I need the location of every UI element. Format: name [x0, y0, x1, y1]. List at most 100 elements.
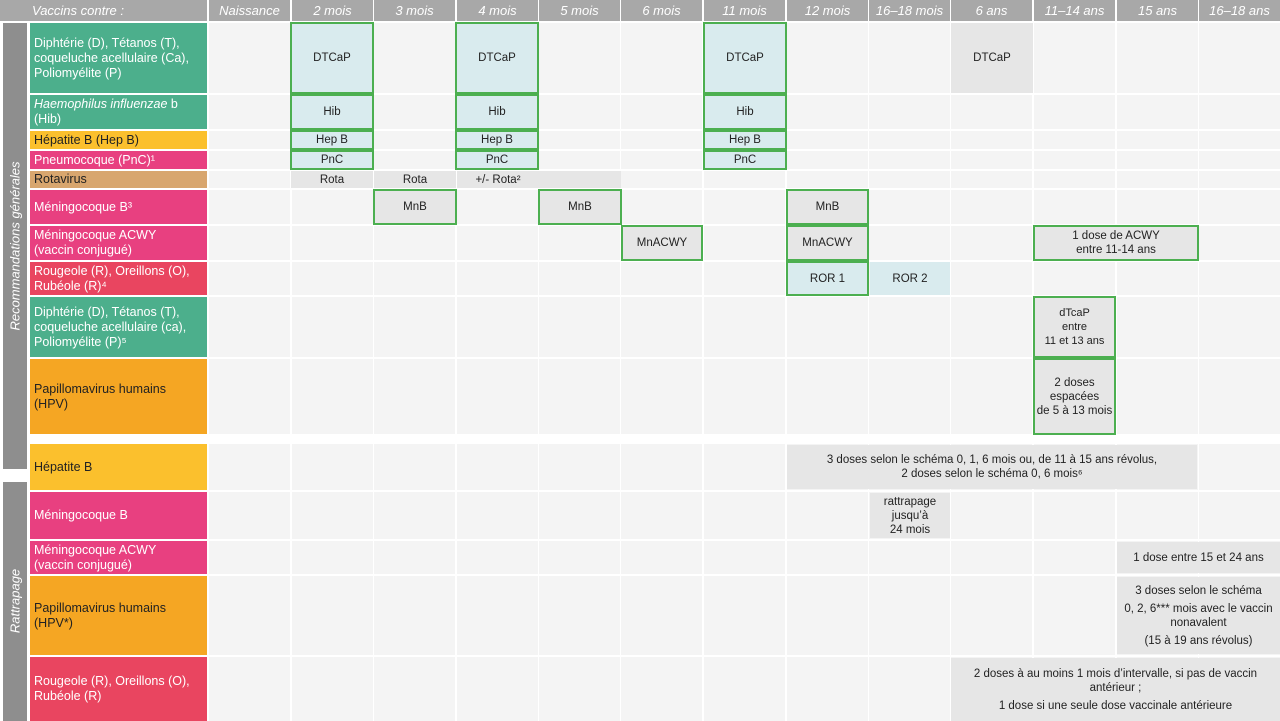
grid-cell [704, 171, 785, 188]
grid-cell [457, 226, 538, 260]
grid-cell [1199, 151, 1280, 169]
grid-cell [1117, 23, 1198, 93]
grid-cell [621, 190, 702, 224]
grid-cell [539, 151, 620, 169]
grid-cell [869, 576, 950, 655]
grid-cell [951, 576, 1032, 655]
grid-cell [951, 151, 1032, 169]
grid-cell [539, 541, 620, 574]
grid-cell [621, 151, 702, 169]
grid-cell [787, 171, 868, 188]
grid-cell [374, 95, 455, 129]
grid-cell [704, 359, 785, 434]
grid-cell [1034, 23, 1115, 93]
grid-cell [374, 657, 455, 721]
row-label-ror: Rougeole (R), Oreillons (O), Rubéole (R)⁴ [30, 262, 207, 295]
grid-cell [1117, 492, 1198, 539]
header-vaccins: Vaccins contre : [0, 0, 207, 21]
cell-mnacwy-6m: MnACWY [621, 225, 703, 261]
header-col-0: Naissance [209, 0, 290, 21]
grid-cell [457, 576, 538, 655]
grid-cell [704, 576, 785, 655]
grid-cell [1199, 95, 1280, 129]
header-col-4: 5 mois [539, 0, 620, 21]
grid-cell [869, 151, 950, 169]
row-label-hib: Haemophilus influenzae b (Hib) [30, 95, 207, 129]
cell-catchup-hpv: 3 doses selon le schéma 0, 2, 6*** mois a… [1117, 577, 1280, 654]
cell-acwy-teen: 1 dose de ACWY entre 11-14 ans [1033, 225, 1199, 261]
grid-cell [539, 492, 620, 539]
grid-cell [539, 226, 620, 260]
cell-mnb-12m: MnB [786, 189, 869, 225]
grid-cell [704, 226, 785, 260]
grid-cell [374, 359, 455, 434]
grid-cell [621, 131, 702, 149]
grid-cell [787, 297, 868, 357]
grid-cell [209, 297, 290, 357]
grid-cell [621, 444, 702, 490]
grid-cell [1117, 131, 1198, 149]
grid-cell [951, 541, 1032, 574]
row-label-hpv: Papillomavirus humains (HPV) [30, 359, 207, 434]
grid-cell [621, 576, 702, 655]
grid-cell [374, 492, 455, 539]
cell-pnc-11m: PnC [703, 150, 787, 170]
header-col-12: 16–18 ans [1199, 0, 1280, 21]
cell-dtcap-11m: DTCaP [703, 22, 787, 94]
grid-cell [869, 23, 950, 93]
grid-cell [1117, 171, 1198, 188]
cell-mnacwy-12m: MnACWY [786, 225, 869, 261]
grid-cell [787, 151, 868, 169]
grid-cell [869, 297, 950, 357]
grid-cell [1117, 297, 1198, 357]
row-label-hepb: Hépatite B (Hep B) [30, 131, 207, 149]
cell-catchup-hepb: 3 doses selon le schéma 0, 1, 6 mois ou,… [787, 445, 1197, 489]
grid-cell [209, 359, 290, 434]
grid-cell [1034, 190, 1115, 224]
row-label-mnb: Méningocoque B³ [30, 190, 207, 224]
grid-cell [1034, 95, 1115, 129]
cell-catchup-acwy: 1 dose entre 15 et 24 ans [1117, 542, 1280, 573]
row-label-catchup-mnb: Méningocoque B [30, 492, 207, 539]
grid-cell [1199, 492, 1280, 539]
grid-cell [1034, 492, 1115, 539]
grid-cell [787, 359, 868, 434]
header-col-11: 15 ans [1117, 0, 1198, 21]
grid-cell [787, 576, 868, 655]
row-label-catchup-ror: Rougeole (R), Oreillons (O), Rubéole (R) [30, 657, 207, 721]
grid-cell [292, 226, 373, 260]
grid-cell [292, 444, 373, 490]
grid-cell [704, 541, 785, 574]
grid-cell [951, 171, 1032, 188]
grid-cell [292, 359, 373, 434]
section-catchup-label: Rattrapage [7, 568, 23, 634]
grid-cell [457, 657, 538, 721]
grid-cell [374, 226, 455, 260]
row-label-catchup-hpv: Papillomavirus humains (HPV*) [30, 576, 207, 655]
grid-cell [539, 444, 620, 490]
grid-cell [292, 262, 373, 295]
grid-cell [374, 541, 455, 574]
cell-hib-11m: Hib [703, 94, 787, 130]
cell-hepb-2m: Hep B [290, 130, 374, 150]
grid-cell [951, 297, 1032, 357]
grid-cell [209, 541, 290, 574]
grid-cell [1034, 151, 1115, 169]
grid-cell [869, 226, 950, 260]
row-label-catchup-acwy: Méningocoque ACWY (vaccin conjugué) [30, 541, 207, 574]
grid-cell [539, 657, 620, 721]
cell-ror2-16m: ROR 2 [870, 262, 950, 295]
grid-cell [457, 297, 538, 357]
cell-hpv-teen: 2 doses espacées de 5 à 13 mois [1033, 358, 1116, 435]
grid-cell [292, 297, 373, 357]
grid-cell [539, 359, 620, 434]
grid-cell [539, 262, 620, 295]
grid-cell [209, 492, 290, 539]
grid-cell [209, 190, 290, 224]
grid-cell [704, 444, 785, 490]
grid-cell [209, 262, 290, 295]
cell-hib-4m: Hib [455, 94, 539, 130]
grid-cell [1199, 297, 1280, 357]
grid-cell [1034, 576, 1115, 655]
grid-cell [1117, 190, 1198, 224]
